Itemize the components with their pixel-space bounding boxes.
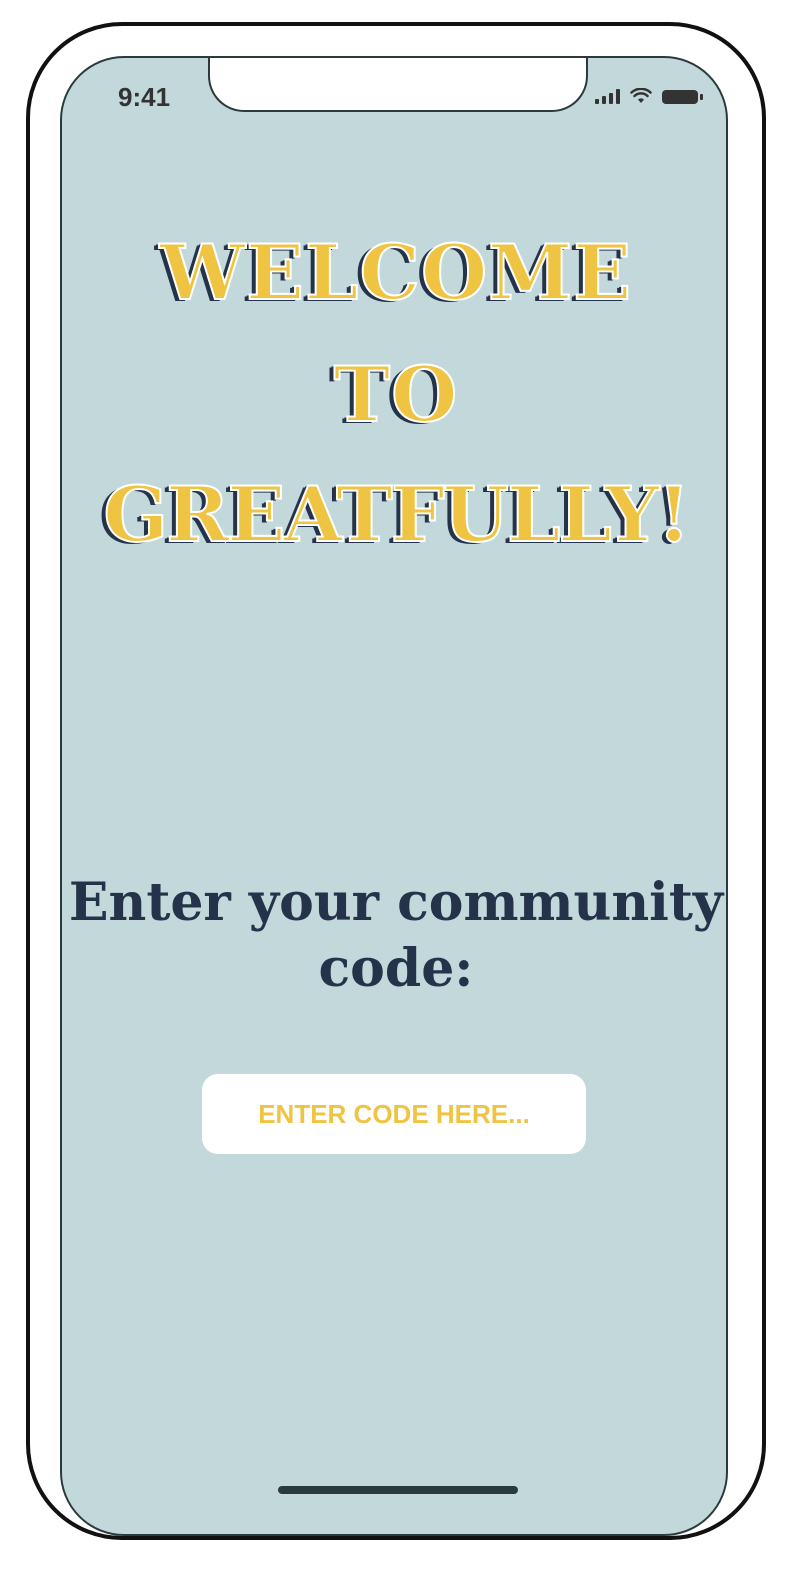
home-indicator[interactable] — [278, 1486, 518, 1494]
welcome-heading-line2: TO — [333, 349, 459, 440]
app-screen: 9:41 WELCOME TO GREATFULLY! Enter your c… — [60, 56, 728, 1536]
welcome-heading-line1: WELCOME — [159, 227, 633, 318]
signal-icon — [595, 88, 620, 104]
status-time: 9:41 — [118, 82, 171, 112]
community-code-prompt: Enter your community code: — [62, 870, 726, 1002]
community-code-input[interactable] — [202, 1074, 586, 1154]
prompt-line2: code: — [318, 938, 474, 999]
phone-notch — [208, 58, 588, 112]
status-icons — [595, 88, 703, 104]
wifi-icon — [630, 88, 652, 103]
battery-icon — [662, 90, 703, 104]
welcome-heading-line3: GREATFULLY! — [102, 469, 691, 560]
prompt-line1: Enter your community — [68, 872, 724, 933]
